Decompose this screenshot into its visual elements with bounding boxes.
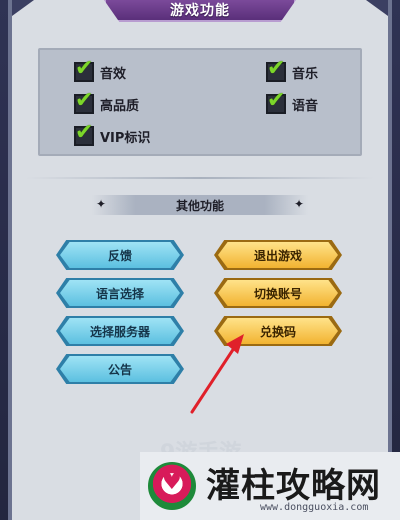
option-label: 音乐 xyxy=(292,66,319,82)
button-label: 选择服务器 xyxy=(89,324,150,339)
button-label: 兑换码 xyxy=(259,324,296,339)
check-icon: ✔ xyxy=(75,88,94,113)
ornament-left-icon: ✦ xyxy=(96,197,107,211)
checkbox-music[interactable]: ✔ xyxy=(266,58,286,82)
button-label: 退出游戏 xyxy=(253,248,302,263)
option-vip-badge[interactable]: ✔ VIP标识 xyxy=(74,122,151,146)
option-high-quality[interactable]: ✔ 高品质 xyxy=(74,90,140,114)
window-title: 游戏功能 xyxy=(170,3,230,19)
language-select-button[interactable]: 语言选择 xyxy=(60,280,180,306)
section-divider xyxy=(26,177,374,179)
frame-corner-left xyxy=(12,0,34,16)
check-icon: ✔ xyxy=(267,56,286,81)
option-label: 高品质 xyxy=(100,98,140,114)
select-server-button[interactable]: 选择服务器 xyxy=(60,318,180,344)
option-sound-effects[interactable]: ✔ 音效 xyxy=(74,58,127,82)
check-icon: ✔ xyxy=(75,56,94,81)
section-title: 其他功能 xyxy=(175,198,224,213)
exit-game-button[interactable]: 退出游戏 xyxy=(218,242,338,268)
check-icon: ✔ xyxy=(75,120,94,145)
window-title-banner: 游戏功能 xyxy=(104,0,296,22)
checkbox-sound-effects[interactable]: ✔ xyxy=(74,58,94,82)
button-label: 反馈 xyxy=(107,248,132,263)
brand-name: 灌柱攻略网 xyxy=(206,466,381,506)
option-voice[interactable]: ✔ 语音 xyxy=(266,90,319,114)
brand-url: www.dongguoxia.com xyxy=(260,502,369,513)
option-music[interactable]: ✔ 音乐 xyxy=(266,58,319,82)
button-label: 切换账号 xyxy=(253,286,302,301)
checkbox-voice[interactable]: ✔ xyxy=(266,90,286,114)
option-label: 语音 xyxy=(292,98,319,114)
switch-account-button[interactable]: 切换账号 xyxy=(218,280,338,306)
ornament-right-icon: ✦ xyxy=(293,197,304,211)
check-icon: ✔ xyxy=(267,88,286,113)
checkbox-vip-badge[interactable]: ✔ xyxy=(74,122,94,146)
other-functions-header: ✦ 其他功能 ✦ xyxy=(92,195,308,215)
feedback-button[interactable]: 反馈 xyxy=(60,242,180,268)
option-label: VIP标识 xyxy=(100,130,151,146)
checkbox-high-quality[interactable]: ✔ xyxy=(74,90,94,114)
frame-corner-right xyxy=(366,0,388,16)
button-label: 语言选择 xyxy=(95,286,144,301)
annotation-arrow-icon xyxy=(190,334,244,414)
button-label: 公告 xyxy=(107,362,132,377)
notice-button[interactable]: 公告 xyxy=(60,356,180,382)
game-settings-box: ✔ 音效 ✔ 音乐 ✔ 高品质 ✔ 语音 ✔ VIP标识 xyxy=(38,48,362,156)
heart-icon: ♥ xyxy=(162,470,182,495)
option-label: 音效 xyxy=(100,66,127,82)
